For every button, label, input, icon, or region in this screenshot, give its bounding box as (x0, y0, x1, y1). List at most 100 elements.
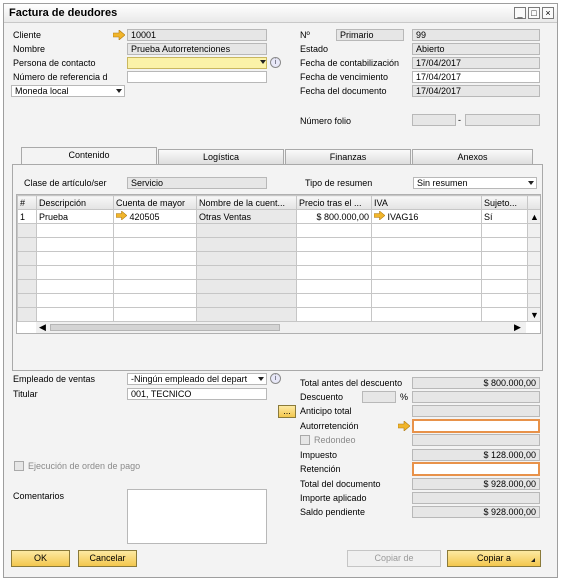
chevron-down-icon[interactable] (260, 60, 266, 64)
col-header[interactable]: Sujeto... (481, 195, 528, 210)
table-row[interactable]: ▼ (17, 307, 540, 322)
clase-label: Clase de artículo/ser (24, 178, 107, 188)
cliente-field[interactable]: 10001 (127, 29, 267, 41)
descuento-field[interactable] (412, 391, 540, 403)
tab-finanzas[interactable]: Finanzas (285, 149, 411, 164)
horizontal-scrollbar[interactable]: ◀ ▶ (36, 321, 526, 333)
lines-grid[interactable]: # Descripción Cuenta de mayor Nombre de … (16, 194, 541, 334)
numref-input[interactable] (127, 71, 267, 83)
cell-cuenta-value: 420505 (129, 212, 160, 222)
fdoc-field[interactable]: 17/04/2017 (412, 85, 540, 97)
importe-field (412, 492, 540, 504)
arrow-right-icon[interactable] (112, 29, 126, 42)
descuento-pct-input[interactable] (362, 391, 396, 403)
cancel-button[interactable]: Cancelar (78, 550, 137, 567)
table-row[interactable] (17, 237, 540, 252)
table-row[interactable] (17, 265, 540, 280)
anticipo-button[interactable]: ... (278, 405, 296, 418)
contenido-panel: Clase de artículo/ser Servicio Tipo de r… (12, 164, 543, 371)
redondeo-checkbox[interactable] (300, 435, 310, 445)
comentarios-label: Comentarios (13, 491, 65, 501)
cell-descripcion[interactable]: Prueba (36, 209, 114, 224)
chevron-down-icon[interactable] (528, 181, 534, 185)
empleado-label: Empleado de ventas (13, 374, 96, 384)
window-title: Factura de deudores (9, 7, 118, 19)
copiar-a-button[interactable]: Copiar a (447, 550, 541, 567)
tab-contenido[interactable]: Contenido (21, 147, 157, 164)
tab-logistica[interactable]: Logística (158, 149, 284, 164)
arrow-right-icon[interactable] (373, 210, 386, 221)
copiar-de-button[interactable]: Copiar de (347, 550, 441, 567)
persona-label: Persona de contacto (13, 58, 96, 68)
total-antes-label: Total antes del descuento (300, 378, 403, 388)
folio-number-field[interactable] (465, 114, 540, 126)
fdoc-label: Fecha del documento (300, 86, 387, 96)
titular-field[interactable]: 001, TECNICO (127, 388, 267, 400)
serie-field[interactable]: Primario (336, 29, 404, 41)
title-bar: Factura de deudores _ □ × (4, 4, 557, 23)
close-button[interactable]: × (542, 7, 554, 19)
scrollbar-thumb[interactable] (50, 324, 280, 331)
total-doc-field: $ 928.000,00 (412, 478, 540, 490)
cell-cuenta[interactable]: 420505 (113, 209, 197, 224)
fcont-field[interactable]: 17/04/2017 (412, 57, 540, 69)
arrow-right-icon[interactable] (115, 210, 128, 221)
folio-prefix-field[interactable] (412, 114, 456, 126)
chevron-down-icon[interactable] (258, 377, 264, 381)
titular-label: Titular (13, 389, 38, 399)
autorretencion-field[interactable] (412, 419, 540, 433)
ok-button[interactable]: OK (11, 550, 70, 567)
minimize-button[interactable]: _ (514, 7, 526, 19)
nombre-field[interactable]: Prueba Autorretenciones (127, 43, 267, 55)
descuento-pct-sign: % (400, 392, 409, 402)
ejecucion-checkbox[interactable] (14, 461, 24, 471)
col-header[interactable]: Precio tras el ... (296, 195, 372, 210)
retencion-field[interactable] (412, 462, 540, 476)
tipo-select[interactable]: Sin resumen (413, 177, 537, 189)
comentarios-textarea[interactable] (127, 489, 267, 544)
persona-dropdown[interactable] (127, 57, 267, 69)
cell-iva[interactable]: IVAG16 (371, 209, 482, 224)
corner-arrow-icon (531, 558, 535, 562)
arrow-right-icon[interactable] (397, 420, 411, 433)
copiar-a-label: Copiar a (476, 553, 512, 563)
scroll-right-icon[interactable]: ▶ (514, 322, 521, 333)
tipo-value: Sin resumen (417, 178, 468, 188)
cell-precio[interactable]: $ 800.000,00 (296, 209, 372, 224)
saldo-label: Saldo pendiente (300, 507, 366, 517)
col-header[interactable]: Nombre de la cuent... (196, 195, 297, 210)
total-antes-field: $ 800.000,00 (412, 377, 540, 389)
numero-field[interactable]: 99 (412, 29, 540, 41)
fvenc-input[interactable]: 17/04/2017 (412, 71, 540, 83)
scrollbar-up[interactable]: ▲ (527, 209, 540, 224)
fvenc-label: Fecha de vencimiento (300, 72, 389, 82)
table-row[interactable] (17, 223, 540, 238)
cell-sujeto[interactable]: Sí (481, 209, 528, 224)
col-header[interactable]: # (17, 195, 37, 210)
empleado-select[interactable]: -Ningún empleado del depart (127, 373, 267, 385)
row-number: 1 (17, 209, 37, 224)
redondeo-label: Redondeo (314, 435, 356, 445)
table-row[interactable] (17, 251, 540, 266)
table-row[interactable]: 1 Prueba 420505 Otras Ventas $ 800.000,0… (17, 209, 540, 224)
col-header[interactable]: Descripción (36, 195, 114, 210)
maximize-button[interactable]: □ (528, 7, 540, 19)
table-row[interactable] (17, 279, 540, 294)
scroll-left-icon[interactable]: ◀ (39, 322, 46, 333)
moneda-value: Moneda local (15, 86, 69, 96)
total-doc-label: Total del documento (300, 479, 381, 489)
autorretencion-label: Autorretención (300, 421, 359, 431)
folio-label: Número folio (300, 116, 352, 126)
table-row[interactable] (17, 293, 540, 308)
info-icon[interactable]: i (270, 57, 281, 68)
col-header[interactable]: Cuenta de mayor (113, 195, 197, 210)
folio-separator: - (458, 115, 461, 125)
moneda-select[interactable]: Moneda local (11, 85, 125, 97)
clase-field[interactable]: Servicio (127, 177, 267, 189)
info-icon[interactable]: i (270, 373, 281, 384)
cliente-label: Cliente (13, 30, 42, 40)
invoice-window: Factura de deudores _ □ × Cliente 10001 … (3, 3, 558, 578)
col-header[interactable]: IVA (371, 195, 482, 210)
tab-anexos[interactable]: Anexos (412, 149, 533, 164)
chevron-down-icon[interactable] (116, 89, 122, 93)
